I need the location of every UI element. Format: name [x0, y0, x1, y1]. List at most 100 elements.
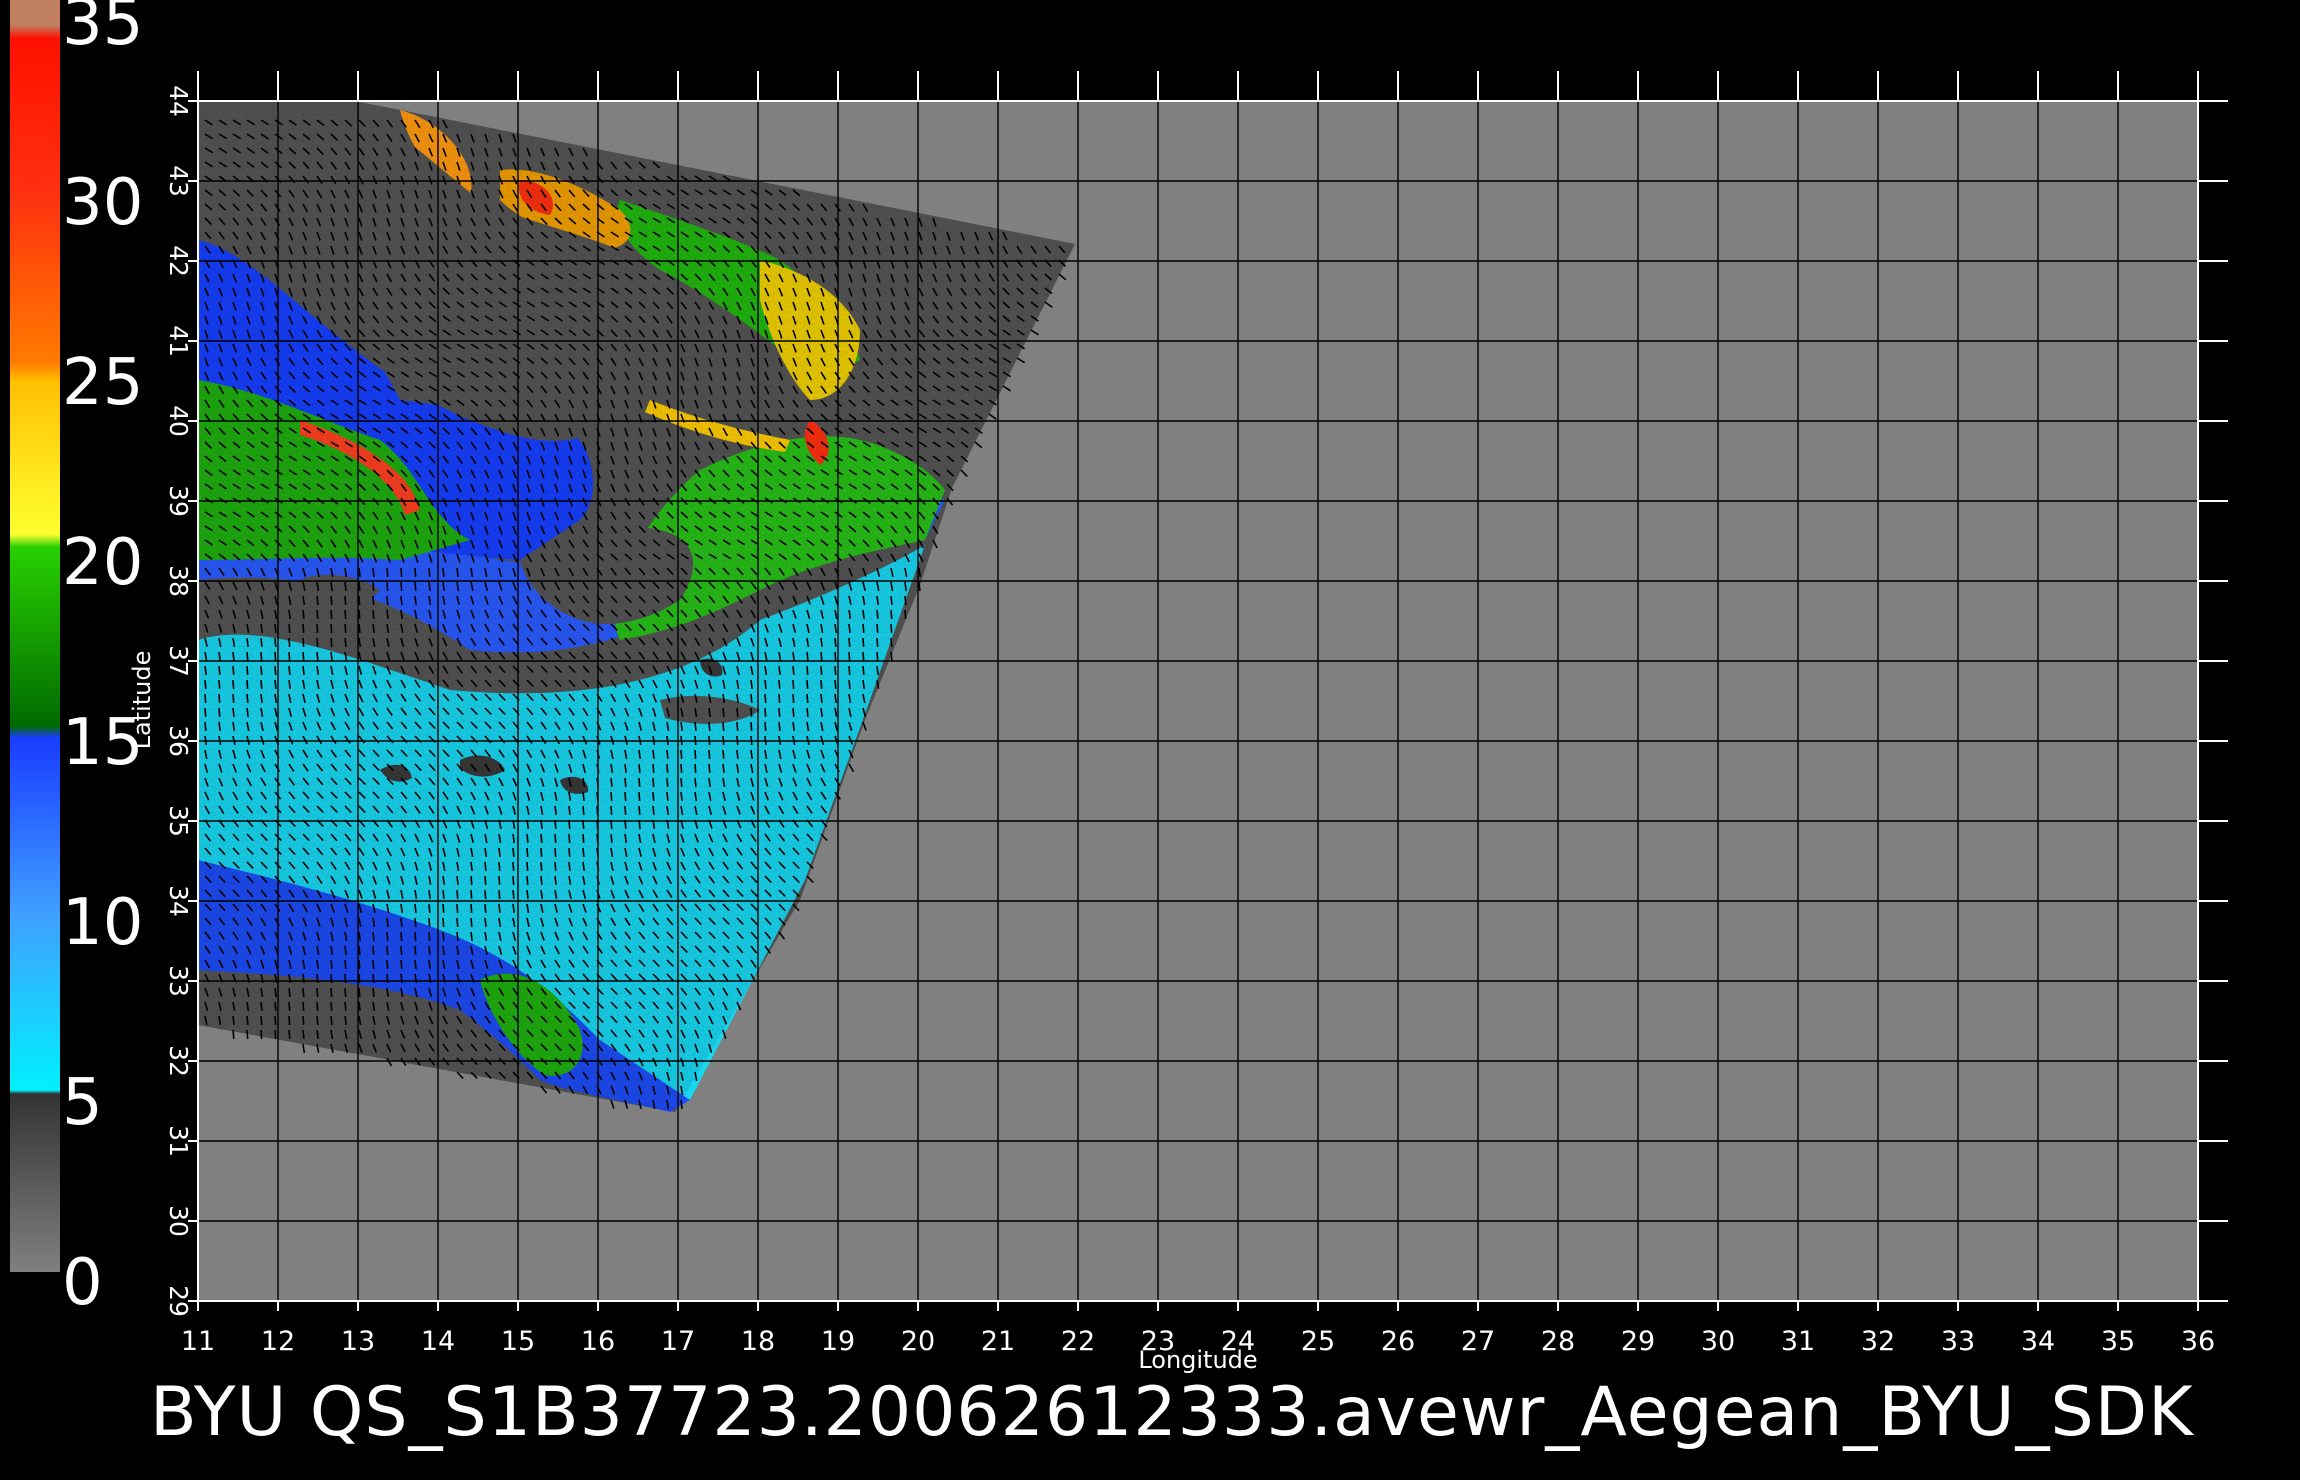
wind-vector	[316, 1015, 319, 1026]
wind-vector	[372, 623, 375, 634]
wind-vector	[288, 623, 291, 634]
colorbar-label: 10	[62, 886, 143, 960]
wind-vector	[526, 847, 529, 858]
wind-vector	[414, 903, 417, 914]
wind-vector	[400, 567, 403, 578]
wind-vector	[400, 581, 403, 592]
y-tick-label: 37	[164, 645, 193, 677]
wind-vector	[204, 665, 207, 676]
wind-vector	[694, 763, 697, 774]
wind-vector	[918, 581, 921, 592]
wind-vector	[638, 763, 641, 774]
wind-vector	[456, 931, 459, 942]
wind-vector	[778, 693, 781, 704]
wind-vector	[848, 665, 851, 676]
wind-vector	[302, 665, 305, 676]
wind-vector	[260, 637, 263, 648]
wind-vector	[792, 721, 795, 732]
wind-vector	[694, 721, 697, 732]
wind-vector	[666, 791, 669, 802]
wind-vector	[890, 595, 893, 606]
wind-vector	[848, 651, 851, 662]
wind-vector	[862, 623, 865, 634]
x-tick-label: 27	[1461, 1326, 1495, 1357]
x-tick-label: 31	[1781, 1326, 1815, 1357]
wind-vector	[274, 651, 277, 662]
wind-vector	[666, 763, 669, 774]
wind-vector	[890, 651, 893, 662]
wind-vector	[344, 1001, 347, 1012]
map-plot-area	[188, 71, 2228, 1311]
y-tick-label: 30	[164, 1205, 193, 1237]
wind-vector	[666, 749, 669, 760]
wind-vector	[512, 889, 515, 900]
wind-vector	[260, 693, 263, 704]
wind-vector	[330, 609, 333, 620]
wind-vector	[428, 945, 431, 956]
wind-vector	[218, 679, 221, 690]
wind-vector	[218, 693, 221, 704]
wind-vector	[344, 623, 347, 634]
wind-vector	[246, 1015, 249, 1026]
wind-vector	[400, 917, 403, 928]
wind-vector	[372, 945, 375, 956]
x-tick-label: 17	[661, 1326, 695, 1357]
wind-vector	[372, 931, 375, 942]
wind-vector	[652, 777, 655, 788]
wind-vector	[484, 889, 487, 900]
y-tick-label: 44	[164, 85, 193, 117]
wind-vector	[358, 623, 361, 634]
x-tick-label: 16	[581, 1326, 615, 1357]
wind-vector	[386, 945, 389, 956]
y-axis-tick-labels: 29 30 31 32 33 34 35 36 37 38 39 40 41 42 43 44	[164, 85, 193, 1317]
wind-vector	[428, 889, 431, 900]
wind-vector	[792, 679, 795, 690]
x-tick-label: 34	[2021, 1326, 2055, 1357]
y-tick-label: 40	[164, 405, 193, 437]
wind-vector	[288, 637, 291, 648]
wind-vector	[288, 1001, 291, 1012]
x-tick-label: 15	[501, 1326, 535, 1357]
wind-vector	[386, 581, 389, 592]
wind-vector	[330, 637, 333, 648]
wind-vector	[610, 833, 613, 844]
wind-vector	[386, 917, 389, 928]
wind-vector	[680, 777, 683, 788]
wind-vector	[778, 665, 781, 676]
x-tick-label: 30	[1701, 1326, 1735, 1357]
wind-vector	[904, 581, 907, 592]
wind-vector	[568, 847, 571, 858]
wind-vector	[638, 805, 641, 816]
wind-vector	[498, 889, 501, 900]
wind-vector	[358, 1001, 361, 1012]
wind-vector	[736, 693, 739, 704]
colorbar: 35302520151050	[10, 0, 143, 1320]
wind-vector	[470, 917, 473, 928]
wind-vector	[568, 805, 571, 816]
wind-vector	[274, 1015, 277, 1026]
wind-vector	[218, 721, 221, 732]
x-tick-label: 11	[181, 1326, 215, 1357]
wind-vector	[302, 637, 305, 648]
wind-vector	[232, 651, 235, 662]
wind-vector	[330, 595, 333, 606]
y-tick-label: 39	[164, 485, 193, 517]
x-tick-label: 29	[1621, 1326, 1655, 1357]
wind-vector	[890, 609, 893, 620]
wind-vector	[414, 917, 417, 928]
wind-vector	[834, 651, 837, 662]
wind-vector	[274, 665, 277, 676]
wind-vector	[442, 889, 445, 900]
colorbar-label: 20	[62, 526, 143, 600]
wind-vector	[722, 707, 725, 718]
wind-vector	[274, 1029, 277, 1040]
wind-vector	[890, 623, 893, 634]
wind-vector	[302, 1029, 305, 1040]
wind-vector	[316, 1001, 319, 1012]
wind-vector	[372, 959, 375, 970]
wind-vector	[274, 637, 277, 648]
wind-vector	[582, 805, 585, 816]
wind-vector	[680, 1099, 683, 1110]
wind-vector	[554, 861, 557, 872]
wind-vector	[554, 875, 557, 886]
